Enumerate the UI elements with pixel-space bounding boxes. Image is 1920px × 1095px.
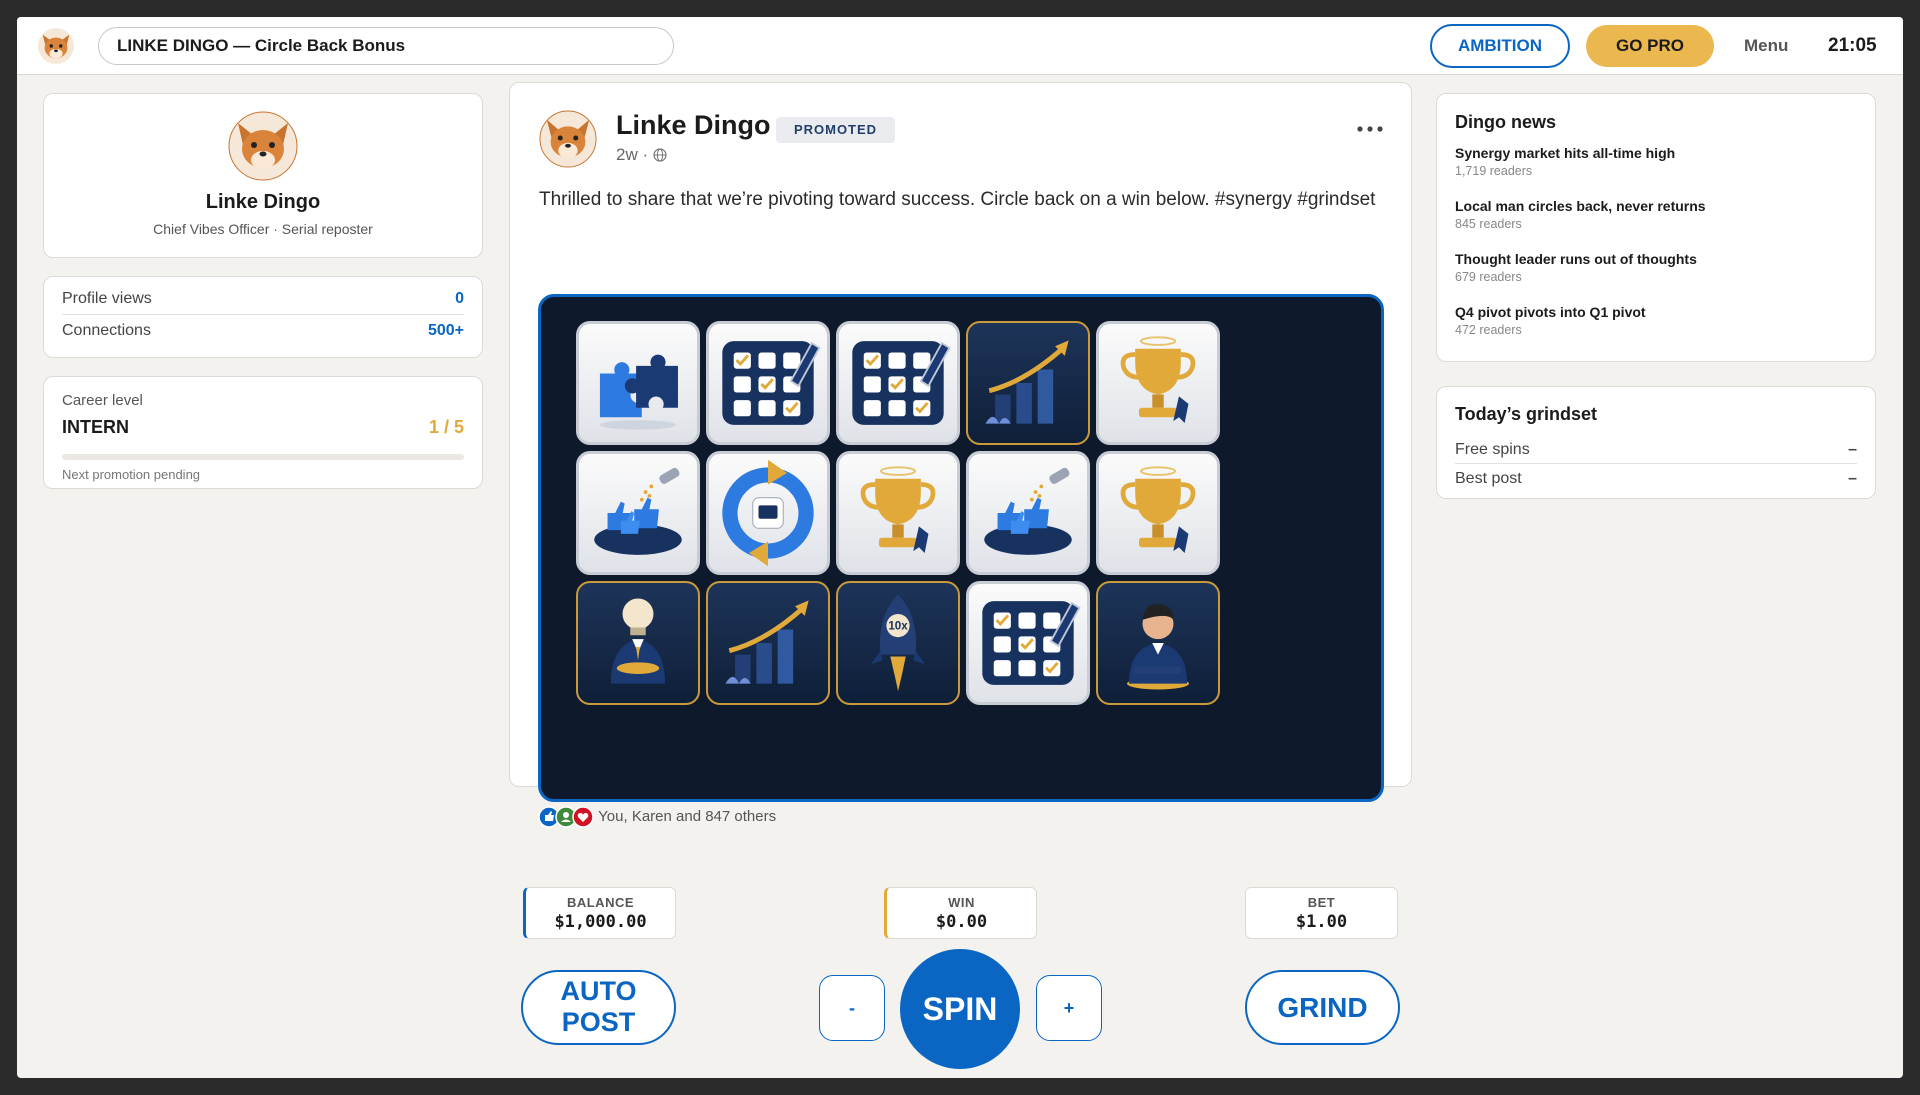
dingo-avatar-icon	[228, 111, 298, 181]
svg-text:10x: 10x	[888, 619, 908, 632]
post-reactions[interactable]: You, Karen and 847 others	[538, 805, 776, 829]
career-label: Career level	[62, 392, 143, 409]
stat-label: Profile views	[62, 290, 152, 307]
auto-post-button[interactable]: AUTO POST	[521, 970, 676, 1045]
grindset-free-spins: Free spins –	[1455, 436, 1857, 464]
executive-portrait-icon	[1096, 581, 1220, 705]
checklist-icon	[966, 581, 1090, 705]
dingo-avatar-icon[interactable]	[539, 110, 597, 168]
stat-profile-views[interactable]: Profile views 0	[62, 283, 464, 315]
balance-display: BALANCE $1,000.00	[523, 887, 676, 939]
clock: 21:05	[1828, 35, 1877, 56]
reaction-icons	[538, 806, 594, 828]
trophy-icon	[836, 451, 960, 575]
career-level-card: Career level INTERN 1 / 5 Next promotion…	[43, 376, 483, 489]
career-level: INTERN	[62, 417, 129, 437]
game-window: LINKE DINGO — Circle Back Bonus AMBITION…	[17, 17, 1903, 1078]
more-options-icon[interactable]	[1356, 123, 1384, 135]
news-readers: 845 readers	[1455, 217, 1522, 231]
top-bar: LINKE DINGO — Circle Back Bonus AMBITION…	[17, 17, 1903, 75]
career-count: 1 / 5	[428, 417, 464, 437]
promoted-post-card: Linke Dingo PROMOTED 2w · Thrilled to sh…	[509, 82, 1412, 828]
news-readers: 472 readers	[1455, 323, 1522, 337]
win-label: WIN	[948, 895, 975, 910]
auto-post-line1: AUTO	[560, 976, 637, 1006]
grindset-value: –	[1848, 470, 1857, 487]
trophy-icon	[1096, 321, 1220, 445]
trophy-icon	[1096, 451, 1220, 575]
news-item[interactable]: Thought leader runs out of thoughts 679 …	[1455, 251, 1857, 284]
grind-button[interactable]: GRIND	[1245, 970, 1400, 1045]
news-readers: 1,719 readers	[1455, 164, 1533, 178]
post-meta: 2w ·	[616, 145, 667, 165]
stat-connections[interactable]: Connections 500+	[62, 315, 464, 347]
increase-bet-button[interactable]: +	[1036, 975, 1102, 1041]
bet-display: BET $1.00	[1245, 887, 1398, 939]
profile-subtitle: Chief Vibes Officer · Serial reposter	[153, 221, 373, 237]
news-headline: Q4 pivot pivots into Q1 pivot	[1455, 304, 1646, 320]
spin-button[interactable]: SPIN	[900, 949, 1020, 1069]
news-item[interactable]: Local man circles back, never returns 84…	[1455, 198, 1857, 231]
news-headline: Thought leader runs out of thoughts	[1455, 251, 1697, 267]
news-readers: 679 readers	[1455, 270, 1522, 284]
auto-post-line2: POST	[561, 1007, 636, 1037]
bet-label: BET	[1307, 895, 1336, 910]
likes-fountain-icon	[576, 451, 700, 575]
post-age: 2w ·	[616, 145, 649, 164]
menu-button[interactable]: Menu	[1744, 17, 1788, 75]
checklist-icon	[706, 321, 830, 445]
win-display: WIN $0.00	[884, 887, 1037, 939]
globe-icon	[653, 148, 667, 162]
puzzle-icon	[576, 321, 700, 445]
news-card: Dingo news Synergy market hits all-time …	[1436, 93, 1876, 362]
likes-fountain-icon	[966, 451, 1090, 575]
growth-chart-icon	[966, 321, 1090, 445]
lightbulb-executive-icon	[576, 581, 700, 705]
profile-name[interactable]: Linke Dingo	[44, 191, 482, 214]
slot-reels[interactable]: 10x	[538, 294, 1384, 802]
career-note: Next promotion pending	[62, 467, 201, 482]
career-progress-bar	[62, 454, 464, 460]
balance-label: BALANCE	[566, 895, 635, 910]
checklist-icon	[836, 321, 960, 445]
ambition-button[interactable]: AMBITION	[1430, 24, 1570, 68]
grindset-card: Today’s grindset Free spins – Best post …	[1436, 386, 1876, 499]
post-text: Thrilled to share that we’re pivoting to…	[539, 189, 1376, 210]
news-headline: Local man circles back, never returns	[1455, 198, 1706, 214]
refresh-cycle-icon	[706, 451, 830, 575]
post-author-name[interactable]: Linke Dingo	[616, 110, 771, 141]
balance-value: $1,000.00	[554, 912, 647, 932]
stat-value: 500+	[427, 322, 464, 339]
search-input[interactable]: LINKE DINGO — Circle Back Bonus	[98, 27, 674, 65]
win-value: $0.00	[935, 912, 988, 932]
grindset-value: –	[1848, 441, 1857, 458]
rocket-10x-icon: 10x	[836, 581, 960, 705]
reactions-text: You, Karen and 847 others	[598, 808, 777, 826]
stat-label: Connections	[62, 322, 151, 339]
news-item[interactable]: Synergy market hits all-time high 1,719 …	[1455, 145, 1857, 178]
news-item[interactable]: Q4 pivot pivots into Q1 pivot 472 reader…	[1455, 304, 1857, 337]
grindset-title: Today’s grindset	[1455, 404, 1598, 424]
promoted-badge: PROMOTED	[776, 117, 895, 143]
news-title: Dingo news	[1455, 112, 1557, 132]
grindset-label: Free spins	[1455, 441, 1530, 458]
profile-stats-card: Profile views 0 Connections 500+	[43, 276, 483, 358]
stat-value: 0	[455, 290, 464, 307]
go-pro-button[interactable]: GO PRO	[1586, 25, 1714, 67]
news-headline: Synergy market hits all-time high	[1455, 145, 1676, 161]
dingo-avatar-icon[interactable]	[37, 27, 75, 65]
bet-value: $1.00	[1295, 912, 1348, 932]
grindset-label: Best post	[1455, 470, 1522, 487]
grindset-best-post: Best post –	[1455, 465, 1857, 493]
profile-card: Linke Dingo Chief Vibes Officer · Serial…	[43, 93, 483, 258]
decrease-bet-button[interactable]: -	[819, 975, 885, 1041]
growth-chart-icon	[706, 581, 830, 705]
